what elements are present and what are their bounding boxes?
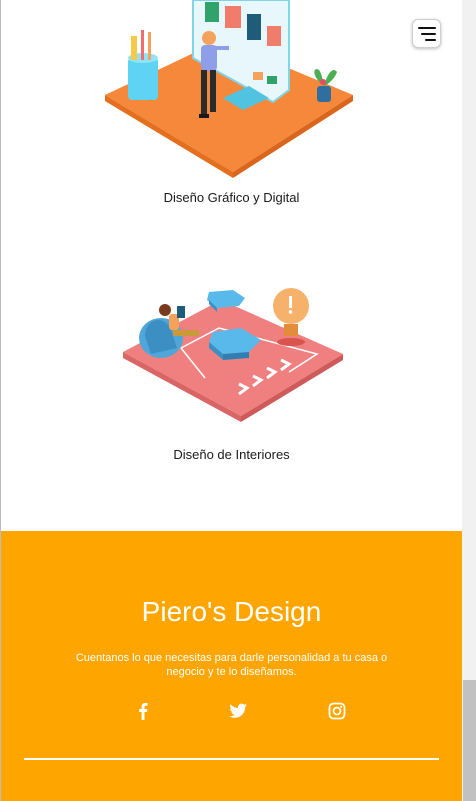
instagram-icon[interactable] (326, 701, 348, 721)
facebook-icon[interactable] (132, 701, 154, 721)
page: Diseño Gráfico y Digital Diseño de Inter… (0, 0, 476, 801)
service-title-graphic-design: Diseño Gráfico y Digital (163, 190, 300, 205)
footer-divider (24, 758, 439, 760)
scrollbar-thumb[interactable] (463, 680, 476, 801)
footer-brand: Piero's Design (141, 596, 322, 627)
hamburger-menu-button[interactable] (412, 19, 441, 48)
vertical-scrollbar[interactable] (462, 0, 476, 801)
footer: Piero's Design Cuentanos lo que necesita… (1, 531, 462, 801)
hamburger-menu-icon (418, 27, 436, 41)
footer-description: Cuentanos lo que necesitas para darle pe… (75, 652, 388, 678)
content: Diseño Gráfico y Digital Diseño de Inter… (1, 0, 462, 801)
graphic-design-illustration (105, 0, 353, 178)
interior-design-illustration (123, 288, 343, 422)
twitter-icon[interactable] (227, 701, 249, 721)
service-title-interior-design: Diseño de Interiores (173, 447, 290, 462)
